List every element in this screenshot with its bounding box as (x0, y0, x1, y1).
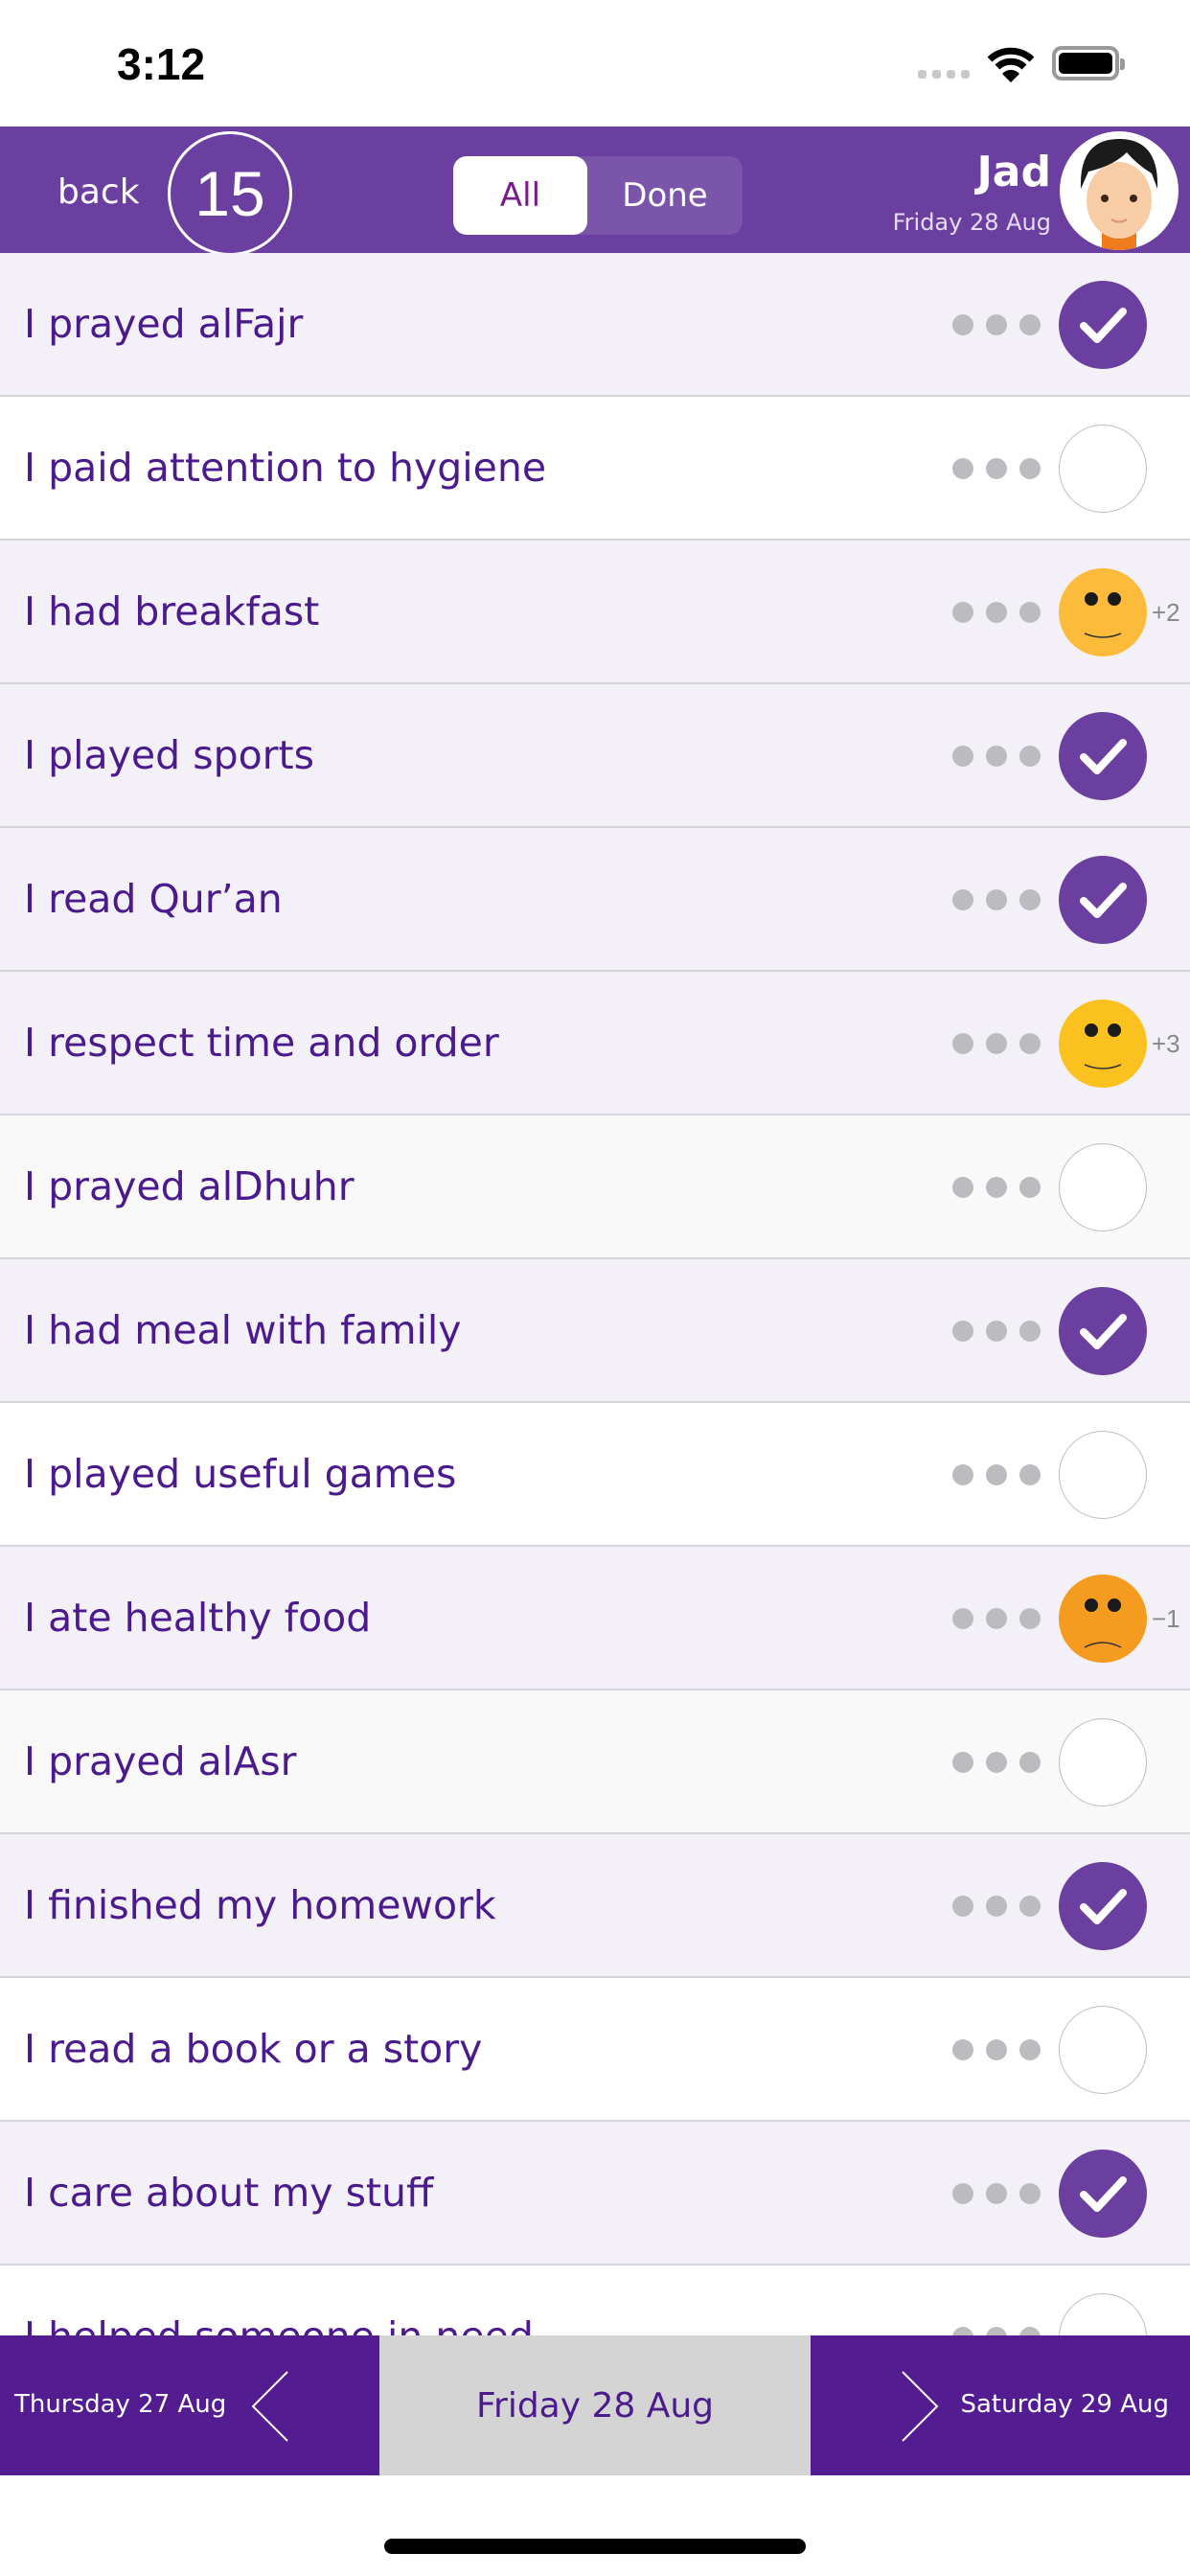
list-item[interactable]: I helped someone in need (0, 2266, 1190, 2335)
more-options-icon[interactable] (952, 1464, 1041, 1485)
item-label: I helped someone in need (24, 2313, 534, 2335)
next-day-button[interactable]: Saturday 29 Aug (811, 2335, 1190, 2475)
tab-all[interactable]: All (453, 156, 587, 235)
status-bar: 3:12 (0, 0, 1190, 126)
status-time: 3:12 (117, 39, 206, 89)
sad-face-icon[interactable] (1059, 1575, 1147, 1663)
more-options-icon[interactable] (952, 458, 1041, 479)
home-indicator (384, 2539, 806, 2554)
list-item[interactable]: I played sports (0, 684, 1190, 828)
item-label: I read a book or a story (24, 2026, 483, 2072)
tab-done[interactable]: Done (587, 156, 743, 235)
list-item[interactable]: I had meal with family (0, 1259, 1190, 1403)
wifi-icon (987, 47, 1035, 82)
happy-face-icon[interactable] (1059, 568, 1147, 656)
checked-circle-icon[interactable] (1059, 712, 1147, 800)
empty-circle-icon[interactable] (1059, 1143, 1147, 1231)
checked-circle-icon[interactable] (1059, 856, 1147, 944)
item-label: I read Qur’an (24, 876, 283, 922)
item-label: I prayed alDhuhr (24, 1163, 355, 1209)
list-item[interactable]: I respect time and order +3 (0, 972, 1190, 1116)
prev-day-label: Thursday 27 Aug (14, 2390, 227, 2419)
more-options-icon[interactable] (952, 1896, 1041, 1917)
checked-circle-icon[interactable] (1059, 1287, 1147, 1375)
current-day: Friday 28 Aug (379, 2335, 811, 2475)
more-options-icon[interactable] (952, 1608, 1041, 1629)
chevron-left-icon (251, 2371, 288, 2442)
list-item[interactable]: I finished my homework (0, 1834, 1190, 1978)
item-score: +3 (1152, 1029, 1180, 1058)
item-label: I care about my stuff (24, 2170, 434, 2216)
filter-segmented-control: All Done (453, 156, 743, 235)
item-label: I played useful games (24, 1451, 457, 1497)
list-item[interactable]: I ate healthy food −1 (0, 1547, 1190, 1690)
empty-circle-icon[interactable] (1059, 1718, 1147, 1806)
item-label: I paid attention to hygiene (24, 445, 547, 491)
more-options-icon[interactable] (952, 2039, 1041, 2060)
empty-circle-icon[interactable] (1059, 425, 1147, 513)
list-item[interactable]: I had breakfast +2 (0, 540, 1190, 684)
item-label: I prayed alFajr (24, 301, 304, 347)
user-name: Jad (976, 148, 1051, 196)
checked-circle-icon[interactable] (1059, 1862, 1147, 1950)
list-item[interactable]: I care about my stuff (0, 2122, 1190, 2266)
list-item[interactable]: I played useful games (0, 1403, 1190, 1547)
boy-avatar-icon (1080, 139, 1158, 250)
happy-face-icon[interactable] (1059, 1000, 1147, 1088)
more-options-icon[interactable] (952, 2183, 1041, 2204)
back-button[interactable]: back (57, 172, 140, 212)
checked-circle-icon[interactable] (1059, 2150, 1147, 2238)
next-day-label: Saturday 29 Aug (960, 2390, 1169, 2419)
header-date: Friday 28 Aug (892, 209, 1051, 236)
more-options-icon[interactable] (952, 1033, 1041, 1054)
more-options-icon[interactable] (952, 1321, 1041, 1342)
list-item[interactable]: I prayed alFajr (0, 253, 1190, 397)
more-options-icon[interactable] (952, 889, 1041, 910)
prev-day-button[interactable]: Thursday 27 Aug (0, 2335, 379, 2475)
points-count: 15 (168, 131, 292, 256)
item-label: I ate healthy food (24, 1595, 372, 1641)
list-item[interactable]: I paid attention to hygiene (0, 397, 1190, 540)
item-label: I had breakfast (24, 588, 320, 634)
more-options-icon[interactable] (952, 1177, 1041, 1198)
item-label: I finished my homework (24, 1882, 496, 1928)
item-score: +2 (1152, 598, 1180, 627)
more-options-icon[interactable] (952, 314, 1041, 335)
more-options-icon[interactable] (952, 602, 1041, 623)
battery-icon (1052, 46, 1125, 80)
item-label: I respect time and order (24, 1020, 499, 1066)
more-options-icon[interactable] (952, 2327, 1041, 2335)
item-label: I played sports (24, 732, 314, 778)
day-navigator: Thursday 27 Aug Friday 28 Aug Saturday 2… (0, 2335, 1190, 2475)
more-options-icon[interactable] (952, 746, 1041, 767)
activity-list[interactable]: I prayed alFajr I paid attention to hygi… (0, 253, 1190, 2335)
empty-circle-icon[interactable] (1059, 1431, 1147, 1519)
item-label: I prayed alAsr (24, 1738, 297, 1784)
list-item[interactable]: I prayed alAsr (0, 1690, 1190, 1834)
signal-icon (918, 70, 970, 79)
header: back 15 All Done Jad Friday 28 Aug (0, 126, 1190, 256)
list-item[interactable]: I read a book or a story (0, 1978, 1190, 2122)
chevron-right-icon (902, 2371, 939, 2442)
item-label: I had meal with family (24, 1307, 462, 1353)
empty-circle-icon[interactable] (1059, 2006, 1147, 2094)
list-item[interactable]: I prayed alDhuhr (0, 1116, 1190, 1259)
item-score: −1 (1152, 1604, 1180, 1633)
avatar[interactable] (1060, 131, 1179, 250)
checked-circle-icon[interactable] (1059, 281, 1147, 369)
empty-circle-icon[interactable] (1059, 2293, 1147, 2335)
more-options-icon[interactable] (952, 1752, 1041, 1773)
list-item[interactable]: I read Qur’an (0, 828, 1190, 972)
